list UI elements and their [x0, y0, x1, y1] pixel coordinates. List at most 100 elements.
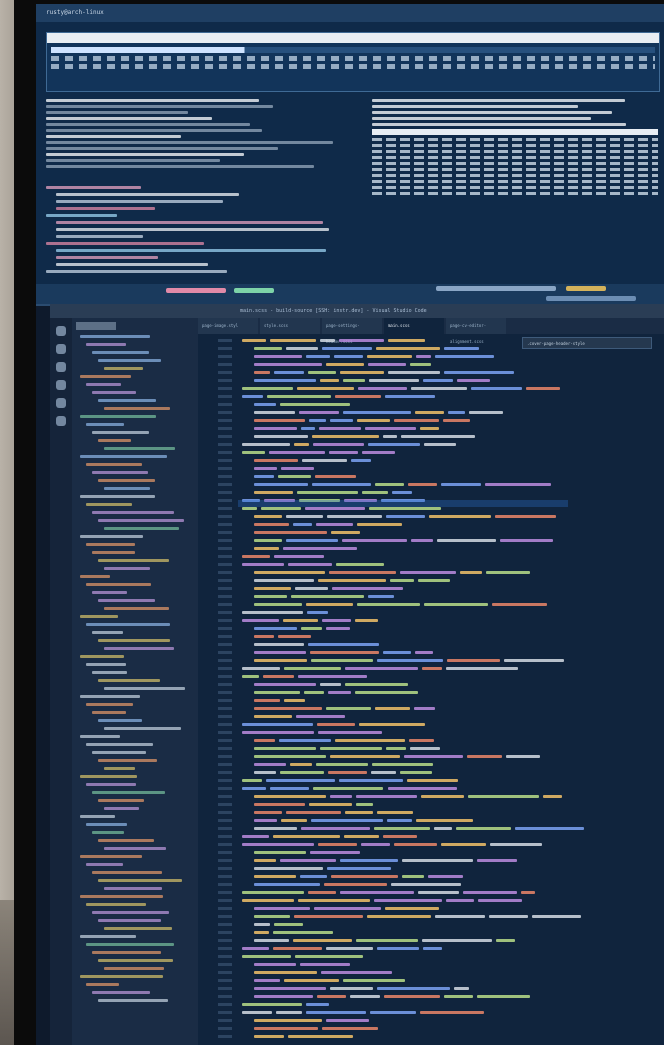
- file-tree-item[interactable]: [80, 895, 164, 898]
- file-tree-item[interactable]: [104, 847, 167, 850]
- file-tree-item[interactable]: [98, 999, 168, 1002]
- file-tree-item[interactable]: [98, 879, 183, 882]
- file-tree-item[interactable]: [104, 367, 144, 370]
- file-tree-item[interactable]: [98, 399, 157, 402]
- file-tree-item[interactable]: [80, 735, 120, 738]
- file-tree-item[interactable]: [80, 655, 124, 658]
- file-tree-item[interactable]: [104, 767, 135, 770]
- file-tree-item[interactable]: [92, 991, 150, 994]
- search-icon[interactable]: [56, 344, 66, 354]
- file-tree-item[interactable]: [92, 551, 135, 554]
- file-tree-item[interactable]: [80, 495, 155, 498]
- file-tree-item[interactable]: [92, 351, 149, 354]
- file-tree-item[interactable]: [86, 503, 133, 506]
- file-tree-item[interactable]: [104, 607, 170, 610]
- file-tree-item[interactable]: [92, 391, 137, 394]
- editor-tab[interactable]: style.scss: [260, 318, 320, 334]
- file-tree-item[interactable]: [104, 727, 182, 730]
- file-tree-item[interactable]: [86, 863, 124, 866]
- source-control-icon[interactable]: [56, 362, 66, 372]
- file-tree-item[interactable]: [86, 903, 146, 906]
- file-tree-item[interactable]: [98, 759, 157, 762]
- file-tree-item[interactable]: [86, 663, 127, 666]
- editor-tab[interactable]: page-image.styl: [198, 318, 258, 334]
- file-tree-item[interactable]: [104, 447, 175, 450]
- file-tree-item[interactable]: [80, 815, 115, 818]
- file-tree-item[interactable]: [86, 383, 121, 386]
- file-tree-item[interactable]: [98, 719, 142, 722]
- file-tree-item[interactable]: [86, 823, 128, 826]
- file-tree-item[interactable]: [92, 831, 124, 834]
- explorer-icon[interactable]: [56, 326, 66, 336]
- file-tree-item[interactable]: [92, 791, 166, 794]
- file-tree-item[interactable]: [92, 511, 174, 514]
- remote-explorer-icon[interactable]: [56, 416, 66, 426]
- file-tree-item[interactable]: [80, 335, 151, 338]
- file-tree-item[interactable]: [104, 647, 174, 650]
- file-tree-item[interactable]: [86, 423, 125, 426]
- run-debug-icon[interactable]: [56, 380, 66, 390]
- file-tree-item[interactable]: [98, 599, 156, 602]
- code-editor[interactable]: [238, 334, 664, 1045]
- file-tree-item[interactable]: [104, 887, 162, 890]
- file-tree-item[interactable]: [86, 463, 143, 466]
- file-tree-item[interactable]: [104, 807, 139, 810]
- file-tree-item[interactable]: [80, 575, 111, 578]
- file-tree-item[interactable]: [92, 711, 126, 714]
- file-tree-item[interactable]: [92, 631, 124, 634]
- file-tree-item[interactable]: [80, 935, 137, 938]
- file-tree-item[interactable]: [80, 375, 132, 378]
- file-tree-item[interactable]: [92, 751, 147, 754]
- file-tree-item[interactable]: [86, 543, 136, 546]
- file-tree-item[interactable]: [92, 471, 149, 474]
- file-tree-item[interactable]: [98, 679, 161, 682]
- file-tree-item[interactable]: [104, 487, 150, 490]
- file-tree-item[interactable]: [98, 559, 170, 562]
- file-tree-item[interactable]: [92, 591, 128, 594]
- file-tree-item[interactable]: [98, 839, 155, 842]
- file-tree-item[interactable]: [86, 943, 175, 946]
- file-tree-item[interactable]: [80, 855, 142, 858]
- file-tree-item[interactable]: [86, 583, 152, 586]
- file-tree-item[interactable]: [98, 639, 171, 642]
- editor-tab[interactable]: page-settings-header.scss: [322, 318, 382, 344]
- file-tree-item[interactable]: [86, 703, 133, 706]
- file-tree-item[interactable]: [80, 535, 144, 538]
- file-tree-item[interactable]: [92, 951, 162, 954]
- code-token: [284, 979, 340, 982]
- terminal-window[interactable]: rusty@arch-linux: [36, 4, 664, 306]
- vscode-window[interactable]: main.scss - build-source [SSH: instr.dev…: [50, 304, 664, 1045]
- file-tree-item[interactable]: [104, 407, 171, 410]
- file-tree-item[interactable]: [98, 439, 131, 442]
- file-tree-item[interactable]: [98, 479, 156, 482]
- editor-tab[interactable]: page-cv-editor-alignment.scss: [446, 318, 506, 344]
- file-tree-item[interactable]: [80, 695, 140, 698]
- file-tree-item[interactable]: [80, 975, 163, 978]
- file-tree-item[interactable]: [98, 519, 184, 522]
- file-tree-item[interactable]: [98, 359, 161, 362]
- editor-tab[interactable]: main.scss: [384, 318, 444, 334]
- file-tree-item[interactable]: [92, 671, 127, 674]
- file-tree-item[interactable]: [80, 615, 118, 618]
- file-tree-item[interactable]: [80, 455, 168, 458]
- extensions-icon[interactable]: [56, 398, 66, 408]
- file-tree-item[interactable]: [86, 343, 127, 346]
- file-tree-item[interactable]: [80, 775, 138, 778]
- file-tree-item[interactable]: [92, 871, 162, 874]
- file-tree-item[interactable]: [86, 983, 120, 986]
- code-line: [238, 675, 664, 678]
- file-tree-item[interactable]: [92, 911, 170, 914]
- file-tree-item[interactable]: [86, 743, 154, 746]
- file-tree-item[interactable]: [104, 927, 173, 930]
- file-tree-item[interactable]: [104, 527, 179, 530]
- file-tree-item[interactable]: [104, 687, 185, 690]
- file-tree-item[interactable]: [104, 967, 165, 970]
- file-tree-item[interactable]: [104, 567, 150, 570]
- file-tree-item[interactable]: [86, 783, 137, 786]
- file-tree-item[interactable]: [98, 799, 145, 802]
- file-tree-item[interactable]: [80, 415, 156, 418]
- file-tree-item[interactable]: [86, 623, 170, 626]
- file-tree-item[interactable]: [92, 431, 150, 434]
- file-tree-item[interactable]: [98, 959, 174, 962]
- file-tree-item[interactable]: [98, 919, 161, 922]
